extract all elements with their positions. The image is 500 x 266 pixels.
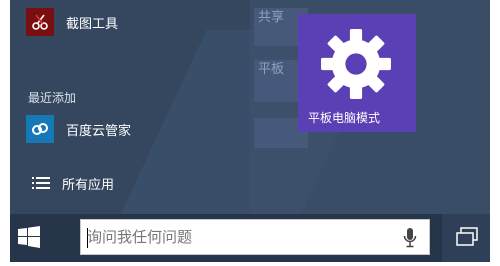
search-input[interactable] xyxy=(85,224,387,250)
taskbar xyxy=(10,214,490,262)
screen: 共享 平板 截图工具 最近添加 百度云管家 所有应用 平板电脑模式 询问我任何问… xyxy=(0,0,500,266)
search-box[interactable] xyxy=(80,219,430,255)
list-icon xyxy=(32,177,50,189)
task-view-button[interactable] xyxy=(442,214,490,262)
start-button[interactable] xyxy=(18,226,42,250)
microphone-icon[interactable] xyxy=(403,228,417,248)
windows-logo-icon xyxy=(18,226,40,248)
baidu-cloud-icon xyxy=(26,115,54,143)
all-apps-button[interactable]: 所有应用 xyxy=(32,172,114,194)
background-tile-label: 共享 xyxy=(258,10,285,25)
app-label: 百度云管家 xyxy=(66,123,132,139)
app-item-snipping-tool[interactable]: 截图工具 xyxy=(26,5,118,39)
scissors-icon xyxy=(26,8,54,36)
task-view-icon xyxy=(456,227,478,246)
app-item-baidu-cloud[interactable]: 百度云管家 xyxy=(26,112,131,146)
tile-label: 平板电脑模式 xyxy=(308,111,381,125)
start-menu: 共享 平板 截图工具 最近添加 百度云管家 所有应用 平板电脑模式 xyxy=(10,0,490,214)
recently-added-heading: 最近添加 xyxy=(28,91,77,105)
tile-tablet-mode[interactable]: 平板电脑模式 xyxy=(298,14,416,132)
all-apps-label: 所有应用 xyxy=(62,177,115,193)
gear-icon xyxy=(321,29,391,99)
background-tile-label: 平板 xyxy=(258,62,285,77)
app-label: 截图工具 xyxy=(66,16,119,32)
